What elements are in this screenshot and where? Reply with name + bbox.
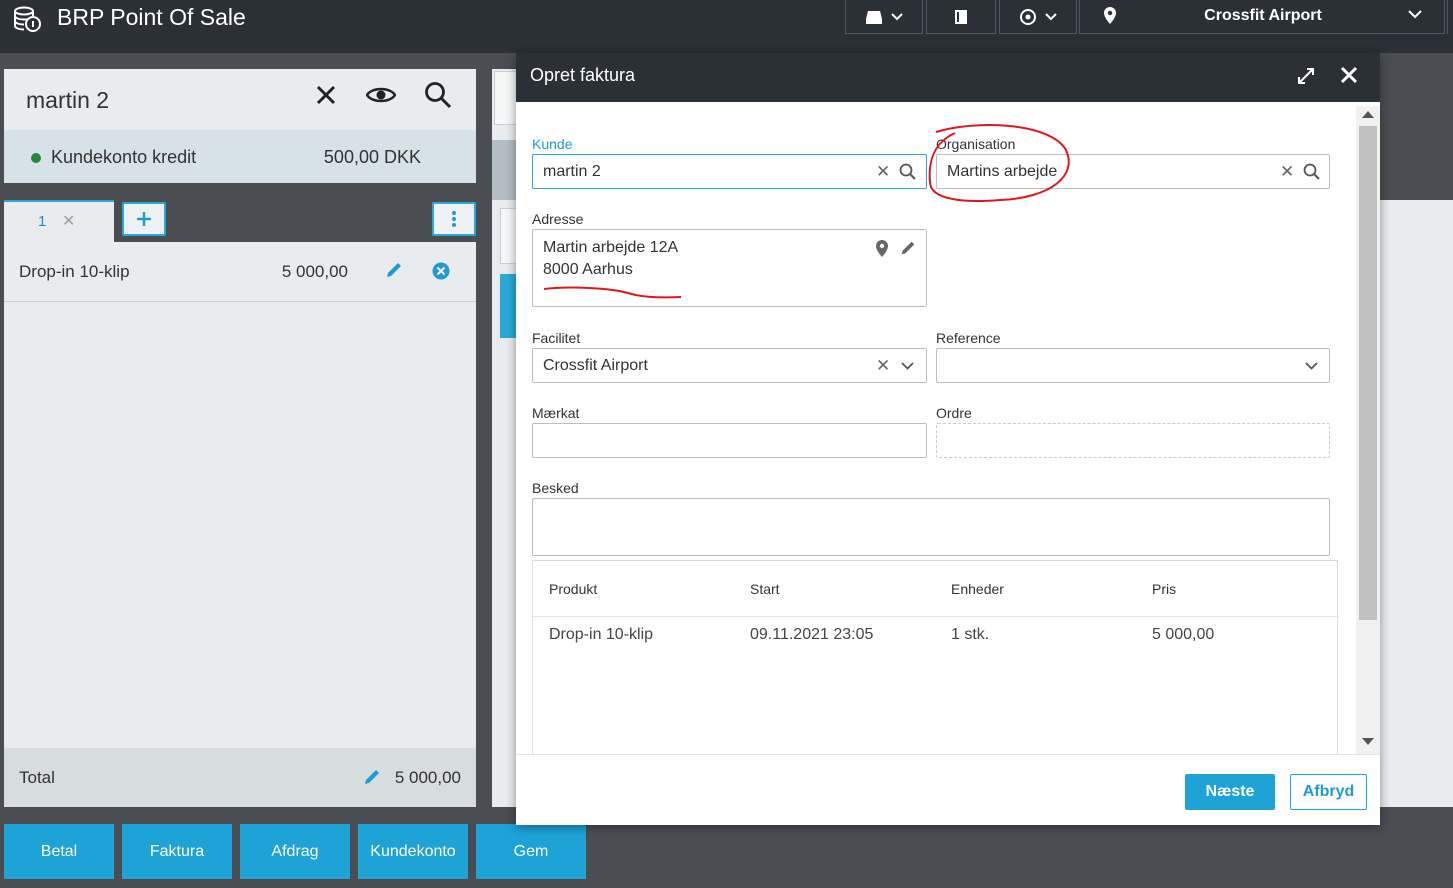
app-title: BRP Point Of Sale [57, 4, 246, 30]
total-bar: Total 5 000,00 [4, 748, 476, 807]
search-icon[interactable] [424, 81, 452, 109]
credit-row: Kundekonto kredit 500,00 DKK [4, 130, 476, 183]
dialog-header: Opret faktura [516, 53, 1380, 102]
pencil-icon[interactable] [362, 767, 382, 787]
column-header-start: Start [750, 581, 780, 597]
cart-tab-label: 1 [38, 213, 47, 230]
customer-panel: martin 2 Kundekonto kredit 500,00 DKK [4, 69, 476, 183]
table-cell-price: 5 000,00 [1152, 626, 1215, 643]
order-input [936, 423, 1330, 458]
settings-menu-button[interactable] [999, 0, 1077, 34]
save-button[interactable]: Gem [476, 824, 586, 879]
printer-menu-button[interactable] [845, 0, 923, 34]
create-invoice-dialog: Opret faktura Kunde martin 2 ✕ Organisat… [516, 53, 1380, 825]
table-cell-start: 09.11.2021 23:05 [750, 626, 874, 643]
column-header-product: Produkt [549, 581, 598, 597]
column-header-units: Enheder [951, 581, 1004, 597]
label-input[interactable] [532, 423, 927, 458]
search-icon[interactable] [899, 163, 916, 180]
dialog-footer: Næste Afbryd [516, 754, 1380, 825]
clear-icon[interactable]: ✕ [876, 162, 890, 182]
chevron-down-icon [1408, 10, 1422, 19]
organisation-field-label: Organisation [936, 136, 1016, 152]
label-field-label: Mærkat [532, 405, 580, 421]
map-pin-icon[interactable] [876, 240, 888, 257]
organisation-field-value: Martins arbejde [947, 163, 1058, 180]
location-name: Crossfit Airport [1204, 7, 1322, 24]
credit-value: 500,00 DKK [323, 147, 421, 167]
chevron-down-icon [891, 12, 903, 20]
dialog-title: Opret faktura [530, 65, 636, 85]
pencil-icon[interactable] [384, 260, 404, 280]
background-panel-right [1380, 200, 1453, 807]
installment-button[interactable]: Afdrag [240, 824, 350, 879]
coins-logo-icon [14, 6, 41, 32]
book-icon [955, 9, 967, 24]
close-icon[interactable] [316, 85, 336, 105]
cancel-button[interactable]: Afbryd [1290, 774, 1367, 810]
cart-item-name: Drop-in 10-klip [19, 262, 130, 281]
next-button[interactable]: Næste [1185, 774, 1275, 810]
organisation-field[interactable]: Martins arbejde ✕ [936, 154, 1330, 189]
reference-field-label: Reference [936, 330, 1001, 346]
credit-label: Kundekonto kredit [51, 147, 197, 167]
customer-field[interactable]: martin 2 ✕ [532, 154, 927, 189]
cart-item-price: 5 000,00 [281, 262, 348, 281]
cart-list: Drop-in 10-klip 5 000,00 [4, 242, 476, 748]
add-cart-button[interactable] [122, 202, 166, 236]
customer-name: martin 2 [26, 87, 110, 113]
pencil-icon[interactable] [899, 239, 917, 257]
cart-item[interactable]: Drop-in 10-klip 5 000,00 [4, 242, 476, 302]
facility-field-label: Facilitet [532, 330, 581, 346]
scroll-down-arrow-icon[interactable] [1362, 738, 1374, 745]
total-label: Total [19, 768, 55, 787]
chevron-down-icon[interactable] [1305, 362, 1318, 370]
customer-field-label: Kunde [532, 136, 573, 152]
table-cell-product: Drop-in 10-klip [549, 626, 654, 643]
clear-icon[interactable]: ✕ [876, 356, 890, 376]
header-divider [533, 616, 1339, 617]
close-tab-icon[interactable]: ✕ [62, 211, 75, 231]
table-cell-units: 1 stk. [951, 626, 990, 643]
search-icon[interactable] [1303, 163, 1320, 180]
cart-tab-1[interactable]: 1 ✕ [4, 200, 114, 242]
location-selector[interactable]: Crossfit Airport [1079, 0, 1445, 34]
close-icon[interactable] [1339, 65, 1359, 85]
clear-icon[interactable]: ✕ [1280, 162, 1294, 182]
customer-account-button[interactable]: Kundekonto [358, 824, 468, 879]
product-table: Produkt Start Enheder Pris Drop-in 10-kl… [532, 560, 1339, 760]
topbar-edge [1447, 0, 1453, 34]
plus-icon [137, 212, 151, 226]
address-field-label: Adresse [532, 211, 584, 227]
chevron-down-icon[interactable] [901, 362, 914, 370]
invoice-button[interactable]: Faktura [122, 824, 232, 879]
kebab-menu-icon [452, 211, 456, 227]
scroll-up-arrow-icon[interactable] [1362, 111, 1374, 118]
printer-icon [866, 10, 882, 24]
remove-circle-icon[interactable] [432, 262, 450, 280]
top-bar: BRP Point Of Sale Crossfit Airport [0, 0, 1453, 53]
pay-button[interactable]: Betal [4, 824, 114, 879]
status-dot [31, 153, 41, 163]
reference-select[interactable] [936, 348, 1330, 383]
more-options-button[interactable] [432, 202, 476, 236]
gear-globe-icon [1020, 8, 1036, 25]
column-header-price: Pris [1152, 581, 1177, 597]
facility-select[interactable]: Crossfit Airport ✕ [532, 348, 927, 383]
order-field-label: Ordre [936, 405, 972, 421]
address-line-1: Martin arbejde 12A [543, 239, 679, 256]
message-textarea[interactable] [532, 498, 1330, 556]
address-field[interactable]: Martin arbejde 12A 8000 Aarhus [532, 229, 927, 307]
expand-icon[interactable] [1296, 66, 1316, 86]
total-value: 5 000,00 [394, 768, 461, 787]
facility-select-value: Crossfit Airport [543, 357, 648, 374]
eye-icon[interactable] [366, 85, 396, 105]
customer-field-value: martin 2 [543, 163, 601, 180]
scrollbar-thumb[interactable] [1359, 126, 1377, 620]
address-line-2: 8000 Aarhus [543, 261, 633, 278]
book-button[interactable] [926, 0, 996, 34]
chevron-down-icon [1045, 12, 1057, 20]
message-field-label: Besked [532, 480, 579, 496]
